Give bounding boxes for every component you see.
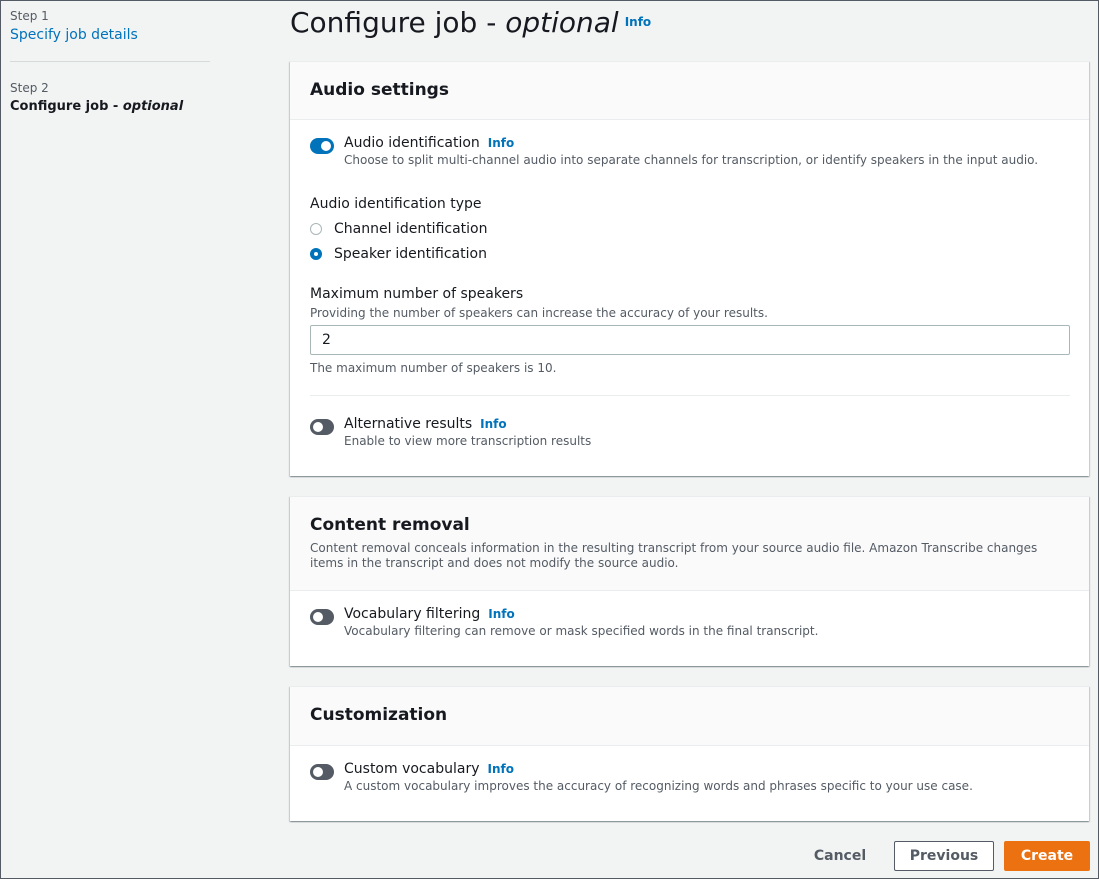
audio-settings-title: Audio settings	[310, 80, 449, 100]
custom-vocabulary-label: Custom vocabulary	[344, 761, 480, 777]
toggle-knob	[313, 767, 323, 777]
content-removal-description: Content removal conceals information in …	[310, 541, 1038, 570]
custom-vocabulary-description: A custom vocabulary improves the accurac…	[344, 779, 973, 793]
identification-type-label: Audio identification type	[310, 196, 482, 212]
audio-settings-header: Audio settings	[290, 62, 1089, 120]
radio-channel-label: Channel identification	[334, 221, 488, 237]
max-speakers-constraint: The maximum number of speakers is 10.	[310, 361, 557, 375]
audio-settings-body: Audio identification Info Choose to split…	[290, 120, 1089, 475]
toggle-knob	[313, 612, 323, 622]
vocabulary-filtering-description: Vocabulary filtering can remove or mask …	[344, 624, 819, 638]
step-1-link[interactable]: Specify job details	[10, 27, 138, 43]
vocabulary-filtering-info-link[interactable]: Info	[488, 607, 514, 621]
step-2-optional: optional	[122, 99, 184, 114]
step-divider	[10, 61, 210, 62]
customization-body: Custom vocabulary Info A custom vocabular…	[290, 746, 1089, 820]
cancel-button[interactable]: Cancel	[808, 841, 872, 871]
audio-identification-info-link[interactable]: Info	[488, 136, 514, 150]
previous-button[interactable]: Previous	[894, 841, 994, 871]
page-info-link[interactable]: Info	[625, 15, 651, 29]
content-removal-body: Vocabulary filtering Info Vocabulary filt…	[290, 591, 1089, 665]
alternative-results-label: Alternative results	[344, 416, 473, 432]
alternative-results-label-wrap: Alternative results Info	[344, 416, 507, 432]
toggle-knob	[313, 422, 323, 432]
vocabulary-filtering-label-wrap: Vocabulary filtering Info	[344, 606, 515, 622]
create-button[interactable]: Create	[1004, 841, 1090, 871]
audio-identification-label-wrap: Audio identification Info	[344, 135, 514, 151]
alternative-results-info-link[interactable]: Info	[480, 417, 506, 431]
page-title-main: Configure job	[290, 6, 478, 39]
audio-settings-panel: Audio settings Audio identification Info …	[290, 61, 1089, 476]
page-title: Configure job - optional Info	[290, 6, 651, 39]
radio-speaker-label: Speaker identification	[334, 246, 487, 262]
step-1: Step 1 Specify job details	[10, 9, 138, 43]
audio-identification-description: Choose to split multi-channel audio into…	[344, 153, 1039, 167]
vocabulary-filtering-toggle[interactable]	[310, 609, 334, 625]
custom-vocabulary-info-link[interactable]: Info	[487, 762, 513, 776]
alternative-results-toggle[interactable]	[310, 419, 334, 435]
step-2-separator: -	[108, 99, 123, 114]
alternative-results-description: Enable to view more transcription result…	[344, 434, 592, 448]
page-title-separator: -	[477, 6, 506, 39]
toggle-knob	[321, 141, 331, 151]
custom-vocabulary-label-wrap: Custom vocabulary Info	[344, 761, 514, 777]
content-removal-title: Content removal	[310, 515, 470, 535]
step-2: Step 2 Configure job - optional	[10, 81, 183, 114]
customization-header: Customization	[290, 687, 1089, 746]
step-2-label: Configure job	[10, 99, 109, 114]
audio-identification-label: Audio identification	[344, 135, 480, 151]
page-title-optional: optional	[505, 6, 619, 39]
content-removal-panel: Content removal Content removal conceals…	[290, 496, 1089, 666]
step-2-number: Step 2	[10, 81, 49, 95]
section-divider	[310, 395, 1070, 396]
max-speakers-input[interactable]	[310, 325, 1070, 355]
max-speakers-description: Providing the number of speakers can inc…	[310, 306, 768, 320]
custom-vocabulary-toggle[interactable]	[310, 764, 334, 780]
max-speakers-label: Maximum number of speakers	[310, 286, 524, 302]
radio-checked-icon	[310, 248, 322, 260]
content-removal-header: Content removal Content removal conceals…	[290, 497, 1089, 591]
vocabulary-filtering-label: Vocabulary filtering	[344, 606, 481, 622]
audio-identification-toggle[interactable]	[310, 138, 334, 154]
step-2-current: Configure job - optional	[10, 99, 183, 114]
radio-unchecked-icon	[310, 223, 322, 235]
customization-title: Customization	[310, 705, 448, 725]
customization-panel: Customization Custom vocabulary Info A cu…	[290, 686, 1089, 821]
step-1-number: Step 1	[10, 9, 49, 23]
